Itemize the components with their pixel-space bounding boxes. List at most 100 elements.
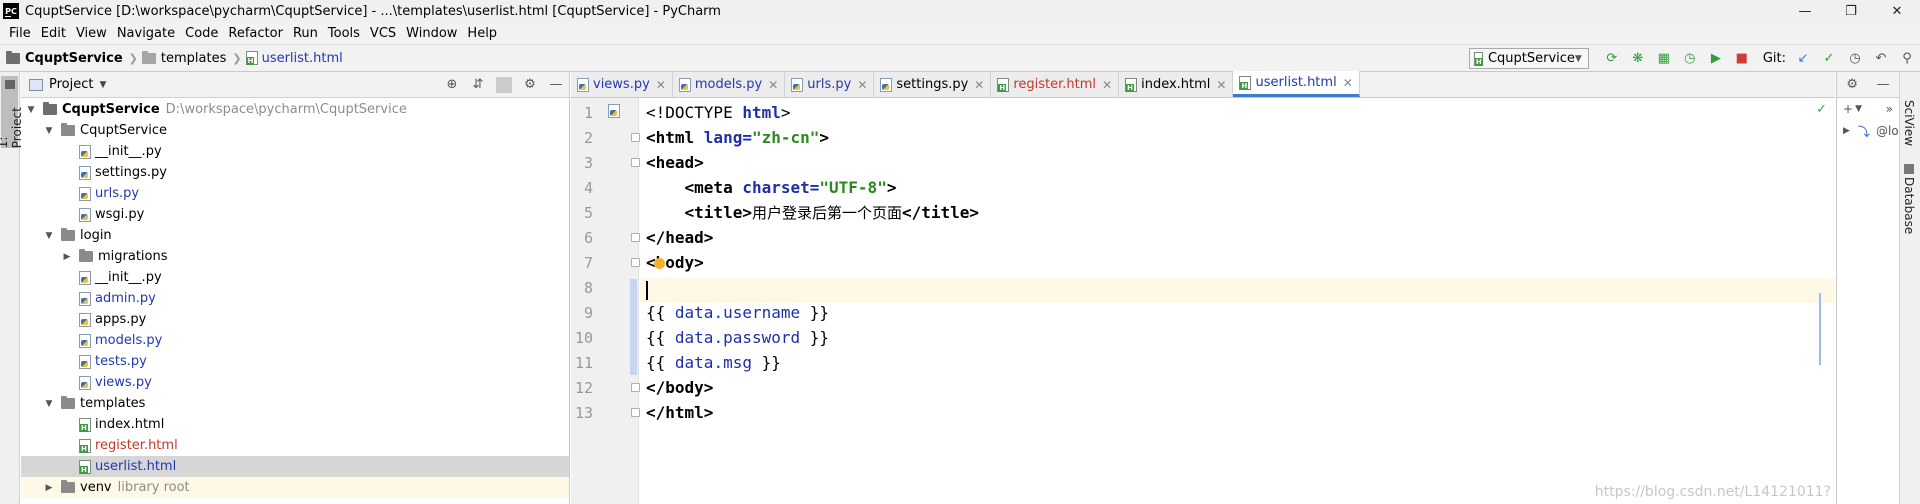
menu-window[interactable]: Window [401,26,462,41]
fold-icon[interactable] [631,233,640,242]
tree-item-file[interactable]: index.html [21,414,569,435]
menu-navigate[interactable]: Navigate [112,26,180,41]
locate-file-icon[interactable]: ⊕ [444,77,460,92]
code-editor[interactable]: <!DOCTYPE html> <html lang="zh-cn"> <hea… [640,98,1835,504]
tab-register-html[interactable]: register.html ✕ [991,72,1120,97]
tree-item-folder[interactable]: ▼ templates [21,393,569,414]
collapse-all-icon[interactable]: ⇵ [470,77,486,92]
close-icon[interactable]: ✕ [1102,78,1112,92]
tree-item-folder[interactable]: ▶ migrations [21,246,569,267]
menu-vcs[interactable]: VCS [365,26,401,41]
close-icon[interactable]: ✕ [768,78,778,92]
rerun-icon[interactable]: ⟳ [1604,51,1620,67]
menu-edit[interactable]: Edit [36,26,71,41]
fold-icon[interactable] [631,158,640,167]
menu-help[interactable]: Help [462,26,502,41]
close-icon[interactable]: ✕ [857,78,867,92]
sciview-tab[interactable]: SciView [1902,100,1916,146]
tree-item-label: settings.py [95,165,167,180]
menu-code[interactable]: Code [180,26,223,41]
close-icon[interactable]: ✕ [656,78,666,92]
debug-icon[interactable]: ❋ [1630,51,1646,67]
breadcrumb-file[interactable]: userlist.html [262,51,343,66]
menu-file[interactable]: File [4,26,36,41]
expand-icon[interactable]: » [1886,102,1893,116]
project-tool-tab[interactable]: 1: Project [0,76,24,148]
git-history-icon[interactable]: ◷ [1847,51,1863,67]
project-panel-title[interactable]: Project [49,77,93,92]
menu-refactor[interactable]: Refactor [223,26,288,41]
tab-views-py[interactable]: views.py ✕ [571,72,673,97]
tree-item-file[interactable]: settings.py [21,162,569,183]
breadcrumb-project[interactable]: CquptService [25,51,123,66]
chevron-down-icon[interactable]: ▼ [1855,104,1862,114]
close-icon[interactable]: ✕ [1343,76,1353,90]
menu-run[interactable]: Run [288,26,323,41]
gear-icon[interactable]: ⚙ [522,77,538,92]
chevron-right-icon[interactable]: ▶ [43,483,55,493]
chevron-right-icon[interactable]: ▶ [61,252,73,262]
tab-index-html[interactable]: index.html ✕ [1119,72,1234,97]
stop-icon[interactable]: ■ [1734,51,1750,67]
run-configuration-select[interactable]: CquptService ▼ [1468,48,1589,69]
tree-item-file[interactable]: apps.py [21,309,569,330]
lightbulb-icon[interactable] [654,258,665,269]
concurrency-diagram-icon[interactable]: ▶ [1708,51,1724,67]
tree-item-file[interactable]: wsgi.py [21,204,569,225]
fold-icon[interactable] [631,408,640,417]
chevron-down-icon[interactable]: ▼ [43,231,55,241]
breadcrumb-folder[interactable]: templates [161,51,226,66]
no-problems-check-icon[interactable]: ✓ [1816,102,1827,117]
tree-item-root[interactable]: ▼ CquptService D:\workspace\pycharm\Cqup… [21,99,569,120]
git-commit-icon[interactable]: ✓ [1821,51,1837,67]
tree-item-file[interactable]: models.py [21,330,569,351]
chevron-down-icon[interactable]: ▼ [25,105,37,115]
chevron-right-icon[interactable]: ▶ [1843,126,1850,136]
tree-item-folder[interactable]: ▼ login [21,225,569,246]
hide-panel-icon[interactable]: — [548,77,564,92]
maximize-button[interactable]: ❐ [1828,0,1874,22]
tab-models-py[interactable]: models.py ✕ [672,72,786,97]
gear-icon[interactable]: ⚙ [1846,77,1858,92]
menu-tools[interactable]: Tools [323,26,365,41]
fold-icon[interactable] [631,258,640,267]
fold-icon[interactable] [631,133,640,142]
chevron-down-icon[interactable]: ▼ [43,399,55,409]
menu-view[interactable]: View [71,26,112,41]
tree-item-file[interactable]: __init__.py [21,267,569,288]
divider [496,76,512,93]
tree-item-folder[interactable]: ▶ venv library root [21,477,569,498]
tree-item-file[interactable]: admin.py [21,288,569,309]
hide-panel-icon[interactable]: — [1877,77,1890,92]
fold-icon[interactable] [631,383,640,392]
python-console-icon[interactable] [608,104,620,118]
git-revert-icon[interactable]: ↶ [1873,51,1889,67]
add-icon[interactable]: + [1843,102,1853,116]
tree-item-file-selected[interactable]: userlist.html [21,456,569,477]
tree-item-folder[interactable]: ▼ CquptService [21,120,569,141]
chevron-down-icon[interactable]: ▼ [43,126,55,136]
tree-item-file[interactable]: views.py [21,372,569,393]
tree-item-file[interactable]: __init__.py [21,141,569,162]
tab-urls-py[interactable]: urls.py ✕ [785,72,875,97]
folder-icon [61,123,75,136]
chevron-down-icon[interactable]: ▼ [99,80,106,90]
close-icon[interactable]: ✕ [1216,78,1226,92]
right-panel-item[interactable]: ▶ ⤵ @lo [1837,120,1899,142]
run-with-coverage-icon[interactable]: ▦ [1656,51,1672,67]
close-icon[interactable]: ✕ [974,78,984,92]
database-icon [1904,164,1914,174]
close-button[interactable]: ✕ [1874,0,1920,22]
minimize-button[interactable]: — [1782,0,1828,22]
git-update-icon[interactable]: ↙ [1795,51,1811,67]
profile-icon[interactable]: ◷ [1682,51,1698,67]
tab-userlist-html[interactable]: userlist.html ✕ [1233,71,1360,97]
change-marker[interactable] [630,279,637,375]
database-tab[interactable]: Database [1902,164,1916,234]
scrollbar-change-marker[interactable] [1819,293,1821,365]
tree-item-file[interactable]: tests.py [21,351,569,372]
tab-settings-py[interactable]: settings.py ✕ [874,72,992,97]
tree-item-file[interactable]: register.html [21,435,569,456]
tree-item-file[interactable]: urls.py [21,183,569,204]
search-everywhere-icon[interactable]: ⚲ [1899,51,1915,67]
